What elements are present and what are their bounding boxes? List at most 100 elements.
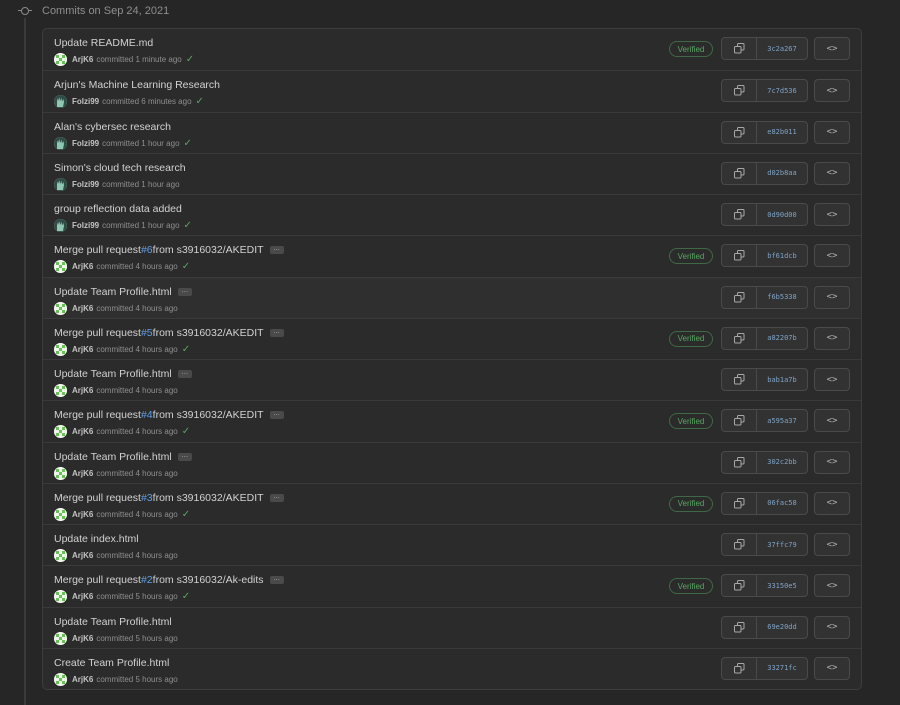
expand-message-button[interactable]: …: [177, 287, 192, 296]
commit-title[interactable]: Update index.html: [54, 533, 139, 545]
sha-link[interactable]: 37ffc79: [757, 534, 807, 555]
hand-avatar[interactable]: [54, 136, 67, 150]
identicon-avatar[interactable]: [54, 260, 67, 274]
sha-link[interactable]: 33150e5: [757, 575, 807, 596]
commit-title[interactable]: Update README.md: [54, 37, 153, 49]
commit-title-suffix[interactable]: from s3916032/AKEDIT: [153, 327, 264, 339]
check-icon[interactable]: ✓: [184, 138, 192, 149]
commit-title[interactable]: Merge pull request: [54, 409, 141, 421]
sha-link[interactable]: e82b011: [757, 122, 807, 143]
check-icon[interactable]: ✓: [182, 344, 190, 355]
copy-icon[interactable]: [722, 80, 757, 102]
check-icon[interactable]: ✓: [196, 96, 204, 107]
hand-avatar[interactable]: [54, 177, 67, 191]
copy-icon[interactable]: [722, 245, 757, 267]
author-link[interactable]: ArjK6: [72, 551, 93, 560]
check-icon[interactable]: ✓: [182, 261, 190, 272]
copy-icon[interactable]: [722, 451, 757, 473]
verified-badge[interactable]: Verified: [669, 41, 713, 57]
commit-row[interactable]: Update Team Profile.html … ArjK6 committed …: [43, 441, 861, 483]
copy-icon[interactable]: [722, 369, 757, 390]
sha-link[interactable]: d02b8aa: [757, 163, 807, 184]
copy-icon[interactable]: [722, 162, 757, 184]
commit-row[interactable]: Update index.html ArjK6 committed 4 hours …: [43, 524, 861, 565]
identicon-avatar[interactable]: [54, 384, 67, 397]
author-link[interactable]: ArjK6: [72, 427, 93, 436]
author-link[interactable]: Folzi99: [72, 221, 99, 230]
code-brackets-icon[interactable]: <>: [814, 120, 850, 144]
author-link[interactable]: ArjK6: [72, 634, 93, 643]
hand-avatar[interactable]: [54, 95, 67, 109]
code-brackets-icon[interactable]: <>: [814, 37, 850, 60]
sha-link[interactable]: 69e20dd: [757, 617, 807, 638]
hand-avatar[interactable]: [54, 219, 67, 232]
author-link[interactable]: Folzi99: [72, 97, 99, 106]
identicon-avatar[interactable]: [54, 342, 67, 356]
pr-link[interactable]: #4: [141, 409, 153, 421]
copy-icon[interactable]: [722, 575, 757, 597]
sha-link[interactable]: bf61dcb: [757, 245, 807, 266]
code-brackets-icon[interactable]: <>: [814, 79, 850, 103]
verified-badge[interactable]: Verified: [669, 330, 713, 347]
check-icon[interactable]: ✓: [182, 509, 190, 520]
author-link[interactable]: ArjK6: [72, 262, 93, 271]
commit-row[interactable]: Merge pull request #4 from s3916032/AKED…: [43, 400, 861, 441]
pr-link[interactable]: #5: [141, 327, 153, 339]
author-link[interactable]: ArjK6: [72, 469, 93, 478]
copy-icon[interactable]: [722, 492, 757, 514]
identicon-avatar[interactable]: [54, 53, 67, 66]
commit-title[interactable]: Update Team Profile.html: [54, 451, 172, 463]
expand-message-button[interactable]: …: [269, 575, 284, 585]
identicon-avatar[interactable]: [54, 549, 67, 562]
copy-icon[interactable]: [722, 657, 757, 679]
author-link[interactable]: ArjK6: [72, 510, 93, 519]
commit-title[interactable]: group reflection data added: [54, 203, 182, 215]
commit-title[interactable]: Merge pull request: [54, 574, 141, 586]
verified-badge[interactable]: Verified: [669, 413, 713, 430]
copy-icon[interactable]: [722, 327, 757, 349]
author-link[interactable]: ArjK6: [72, 675, 93, 684]
identicon-avatar[interactable]: [54, 631, 67, 645]
expand-message-button[interactable]: …: [269, 410, 284, 420]
copy-icon[interactable]: [722, 204, 757, 225]
code-brackets-icon[interactable]: <>: [814, 285, 850, 309]
commit-row[interactable]: Merge pull request #2 from s3916032/Ak-e…: [43, 565, 861, 606]
commit-row[interactable]: Alan's cybersec research Folzi99 committed…: [43, 111, 861, 153]
code-brackets-icon[interactable]: <>: [814, 203, 850, 226]
code-brackets-icon[interactable]: <>: [814, 656, 850, 680]
sha-link[interactable]: 3c2a267: [757, 38, 807, 59]
author-link[interactable]: Folzi99: [72, 180, 99, 189]
author-link[interactable]: Folzi99: [72, 139, 99, 148]
code-brackets-icon[interactable]: <>: [814, 533, 850, 556]
copy-icon[interactable]: [722, 38, 757, 59]
code-brackets-icon[interactable]: <>: [814, 161, 850, 185]
sha-link[interactable]: 0d90d00: [757, 204, 807, 225]
sha-link[interactable]: 302c2bb: [757, 452, 807, 473]
expand-message-button[interactable]: …: [269, 245, 284, 255]
code-brackets-icon[interactable]: <>: [814, 326, 850, 350]
sha-link[interactable]: bab1a7b: [757, 369, 807, 390]
identicon-avatar[interactable]: [54, 590, 67, 604]
commit-title[interactable]: Alan's cybersec research: [54, 121, 171, 133]
commit-row[interactable]: group reflection data added Folzi99 commit…: [43, 194, 861, 235]
sha-link[interactable]: a82207b: [757, 328, 807, 349]
copy-icon[interactable]: [722, 534, 757, 555]
commit-row[interactable]: Update README.md ArjK6 committed 1 minute …: [43, 29, 861, 70]
commit-title-suffix[interactable]: from s3916032/AKEDIT: [153, 409, 264, 421]
verified-badge[interactable]: Verified: [669, 248, 713, 265]
commit-title[interactable]: Update Team Profile.html: [54, 286, 172, 298]
identicon-avatar[interactable]: [54, 507, 67, 521]
identicon-avatar[interactable]: [54, 672, 67, 686]
identicon-avatar[interactable]: [54, 425, 67, 439]
commit-title[interactable]: Simon's cloud tech research: [54, 162, 186, 174]
author-link[interactable]: ArjK6: [72, 386, 93, 395]
check-icon[interactable]: ✓: [182, 426, 190, 437]
code-brackets-icon[interactable]: <>: [814, 244, 850, 268]
check-icon[interactable]: ✓: [184, 220, 192, 231]
identicon-avatar[interactable]: [54, 301, 67, 315]
expand-message-button[interactable]: …: [177, 452, 192, 461]
commit-title[interactable]: Update Team Profile.html: [54, 368, 172, 380]
commit-title[interactable]: Arjun's Machine Learning Research: [54, 79, 220, 91]
pr-link[interactable]: #3: [141, 492, 153, 504]
author-link[interactable]: ArjK6: [72, 345, 93, 354]
